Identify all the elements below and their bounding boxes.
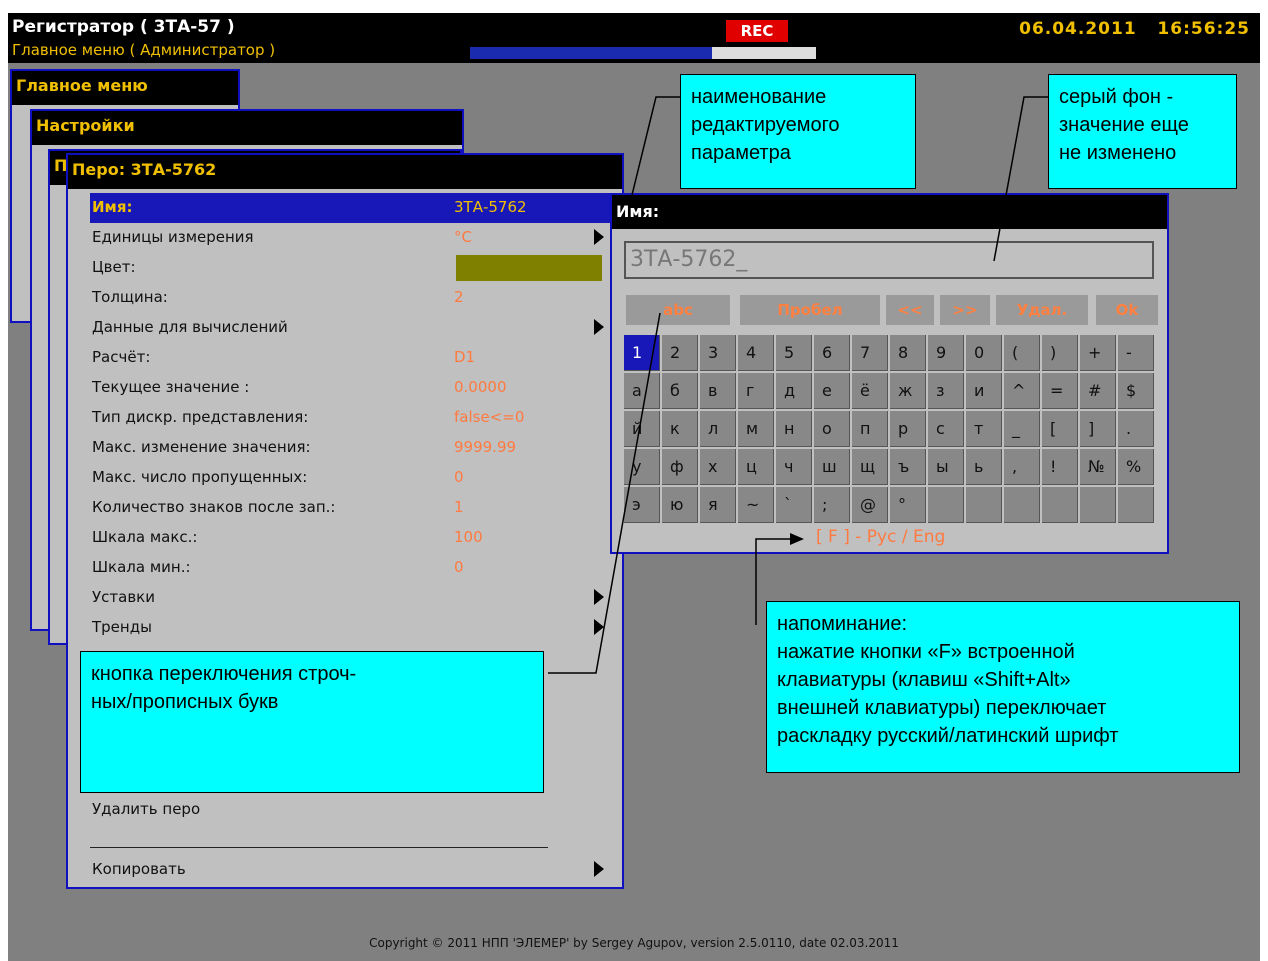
device-screen: Регистратор ( 3ТА-57 ) Главное меню ( Ад…	[8, 13, 1260, 961]
copyright-text: Copyright © 2011 НПП 'ЭЛЕМЕР' by Sergey …	[369, 936, 899, 950]
callout-leader-lines	[548, 96, 1048, 674]
